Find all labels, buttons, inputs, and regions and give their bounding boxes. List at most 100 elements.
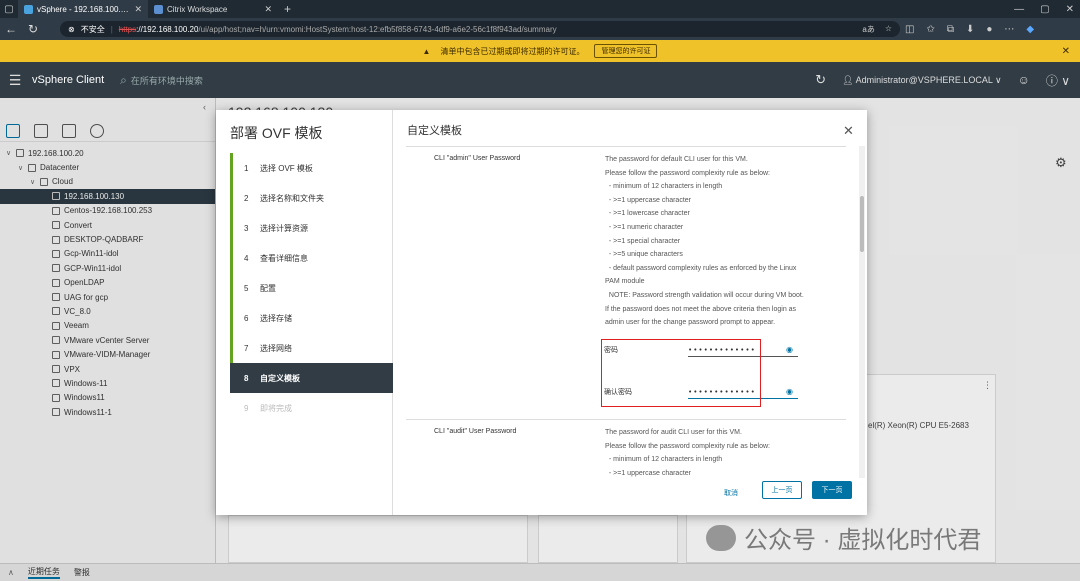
wizard-step[interactable]: 5 配置 [230,273,393,303]
wizard-step[interactable]: 7 选择网络 [230,333,393,363]
step-number: 8 [244,373,249,383]
warning-icon: ⊗ [68,24,75,34]
url-scheme: https [118,24,137,34]
back-button[interactable]: 上一页 [762,481,802,499]
template-form: CLI "admin" User Password The password f… [406,146,859,478]
more-icon[interactable]: ⋯ [1004,24,1014,35]
deploy-ovf-dialog: 部署 OVF 模板 1 选择 OVF 模板 2 选择名称和文件夹 3 选择计算资源 4 查看详… [216,110,867,515]
step-label: 自定义模板 [260,373,300,383]
scroll-thumb[interactable] [860,196,864,252]
cancel-button[interactable]: 取消 [724,488,738,498]
wizard-step[interactable]: 4 查看详细信息 [230,243,393,273]
next-button[interactable]: 下一页 [812,481,852,499]
vsphere-favicon-icon [24,4,33,14]
license-banner: ▲ 清单中包含已过期或即将过期的许可证。 管理您的许可证 ✕ [0,40,1080,62]
description-line: NOTE: Password strength validation will … [605,291,804,299]
refresh-icon[interactable]: ↻ [815,72,826,88]
description-line: - >=5 unique characters [605,251,683,259]
description-line: Please follow the password complexity ru… [605,442,770,450]
close-window-icon[interactable]: ✕ [1066,4,1074,15]
audit-password-label: CLI "audit" User Password [434,428,517,435]
close-tab-icon[interactable]: ✕ [264,4,272,15]
brand-title: vSphere Client [32,74,105,86]
browser-toolbar: ◫ ✩ ⧉ ⬇ ● ⋯ ◆ [905,18,1034,40]
wizard-step[interactable]: 8 自定义模板 [230,363,393,393]
audit-password-description: The password for audit CLI user for this… [605,426,845,478]
step-label: 查看详细信息 [260,253,308,263]
highlight-box [601,339,761,407]
tab-label: vSphere - 192.168.100.130 - 摘要 [37,4,131,14]
wizard-step: 9 即将完成 [230,393,393,423]
search-placeholder: 在所有环境中搜索 [130,75,203,86]
step-label: 选择存储 [260,313,292,323]
feedback-icon[interactable]: ☺ [1018,73,1030,87]
step-label: 选择名称和文件夹 [260,193,324,203]
back-icon[interactable]: ← [0,18,22,40]
description-line: - minimum of 12 characters in length [605,456,723,464]
step-label: 选择计算资源 [260,223,308,233]
menu-icon[interactable]: ☰ [0,72,30,89]
step-number: 7 [244,343,249,353]
dialog-title: 部署 OVF 模板 [230,125,323,141]
content-title: 自定义模板 [407,125,462,137]
profile-icon[interactable]: ● [986,24,992,35]
description-line: - >=1 uppercase character [605,469,691,477]
description-line: - >=1 lowercase character [605,210,690,218]
description-line: The password for audit CLI user for this… [605,429,742,436]
step-number: 5 [244,283,249,293]
close-icon[interactable]: ✕ [843,123,854,139]
help-icon[interactable]: ⓘ ∨ [1046,72,1070,89]
wechat-icon [706,524,736,551]
tab-citrix[interactable]: Citrix Workspace ✕ [148,0,278,18]
close-tab-icon[interactable]: ✕ [134,4,142,15]
citrix-favicon-icon [154,4,163,14]
license-banner-text: 清单中包含已过期或即将过期的许可证。 [440,46,585,56]
tab-label: Citrix Workspace [167,4,228,14]
description-line: - >=1 numeric character [605,223,684,231]
description-line: admin user for the change password promp… [605,319,776,327]
address-bar-row: ← ↻ ⊗ 不安全 | https://192.168.100.20/ui/ap… [0,18,1080,40]
reload-icon[interactable]: ↻ [22,18,44,40]
maximize-icon[interactable]: ▢ [1040,4,1049,15]
description-line: Please follow the password complexity ru… [605,169,770,177]
audit-password-row: CLI "audit" User Password The password f… [406,419,846,478]
admin-password-label: CLI "admin" User Password [434,155,521,162]
copilot-icon[interactable]: ◆ [1026,24,1034,35]
manage-license-button[interactable]: 管理您的许可证 [594,44,658,58]
step-number: 1 [244,163,249,173]
description-line: - default password complexity rules as e… [605,264,797,272]
step-number: 4 [244,253,249,263]
step-label: 选择 OVF 模板 [260,163,313,173]
close-banner-icon[interactable]: ✕ [1062,46,1070,57]
wizard-step[interactable]: 2 选择名称和文件夹 [230,183,393,213]
new-tab-icon[interactable]: + [278,2,297,16]
tab-actions-icon[interactable]: ▢ [0,0,18,18]
global-search[interactable]: ⌕ 在所有环境中搜索 [120,73,203,88]
downloads-icon[interactable]: ⬇ [966,24,974,35]
search-icon: ⌕ [120,72,127,87]
favorites-icon[interactable]: ✩ [926,24,934,35]
step-label: 即将完成 [260,403,292,413]
wizard-step[interactable]: 1 选择 OVF 模板 [230,153,393,183]
user-menu[interactable]: 👤︎ Administrator@VSPHERE.LOCAL ∨ [842,75,1001,86]
step-number: 3 [244,223,249,233]
content-scrollbar[interactable] [859,146,865,478]
wizard-step[interactable]: 6 选择存储 [230,303,393,333]
step-number: 6 [244,313,249,323]
description-line: The password for default CLI user for th… [605,156,748,163]
collections-icon[interactable]: ⧉ [947,24,954,35]
url-field[interactable]: ⊗ 不安全 | https://192.168.100.20/ui/app/ho… [60,21,900,37]
split-screen-icon[interactable]: ◫ [905,24,914,35]
read-aloud-icon[interactable]: aあ [862,24,874,35]
step-number: 2 [244,193,249,203]
show-confirm-password-icon[interactable]: ◉ [786,387,793,396]
tab-vsphere[interactable]: vSphere - 192.168.100.130 - 摘要 ✕ [18,0,148,18]
window-controls: — ▢ ✕ [1014,0,1074,18]
wizard-step[interactable]: 3 选择计算资源 [230,213,393,243]
minimize-icon[interactable]: — [1014,4,1024,15]
description-line: - >=1 special character [605,237,681,245]
favorite-star-icon[interactable]: ☆ [885,24,892,35]
show-password-icon[interactable]: ◉ [786,345,793,354]
watermark-text: 公众号 · 虚拟化时代君 [744,527,982,554]
vsphere-header: ☰ vSphere Client ⌕ 在所有环境中搜索 ↻ 👤︎ Adminis… [0,62,1080,98]
